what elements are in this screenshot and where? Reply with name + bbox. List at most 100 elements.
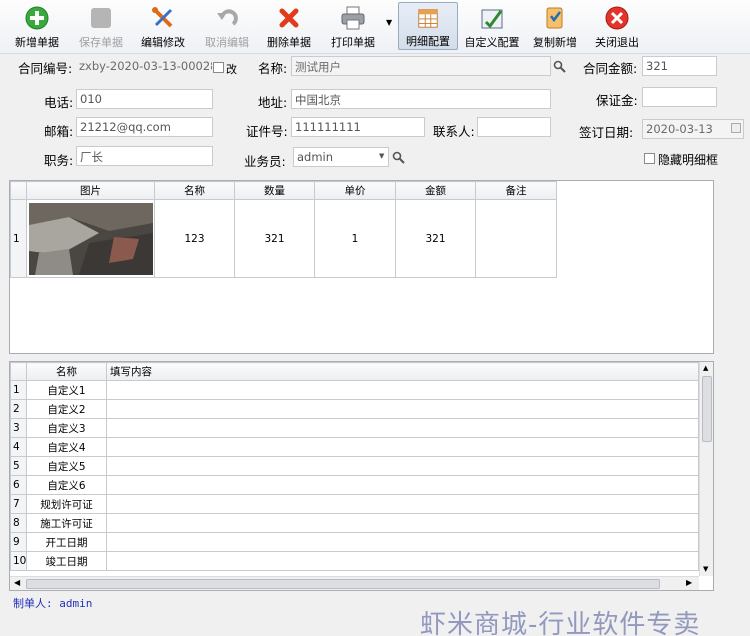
hide-detail-checkbox[interactable]	[644, 153, 655, 164]
detail-col-name[interactable]: 名称	[154, 181, 235, 200]
calendar-picker-icon[interactable]	[731, 123, 741, 133]
product-qty-cell[interactable]: 321	[234, 199, 315, 278]
product-amount-cell[interactable]: 321	[395, 199, 476, 278]
salesman-search-icon[interactable]	[392, 151, 405, 164]
product-note-cell[interactable]	[475, 199, 557, 278]
horizontal-scroll-thumb[interactable]	[26, 579, 660, 589]
sign-date-field[interactable]: 2020-03-13	[642, 119, 744, 139]
custom-name-cell: 规划许可证	[26, 494, 107, 514]
vertical-scroll-thumb[interactable]	[702, 376, 712, 442]
custom-col-name[interactable]: 名称	[26, 362, 107, 381]
scroll-up-arrow-icon[interactable]: ▲	[703, 364, 708, 372]
table-row[interactable]: 2 自定义2	[10, 399, 699, 419]
table-row[interactable]: 6 自定义6	[10, 475, 699, 495]
detail-col-price[interactable]: 单价	[314, 181, 396, 200]
custom-config-button[interactable]: 自定义配置	[462, 2, 522, 50]
detail-col-note[interactable]: 备注	[475, 181, 557, 200]
id-number-field[interactable]: 111111111	[291, 117, 425, 137]
print-document-label: 打印单据	[331, 36, 375, 49]
custom-content-cell[interactable]	[106, 494, 699, 514]
custom-content-cell[interactable]	[106, 513, 699, 533]
row-index: 6	[10, 475, 27, 495]
search-icon[interactable]	[553, 60, 566, 73]
row-index: 7	[10, 494, 27, 514]
new-document-button[interactable]: 新增单据	[10, 2, 64, 50]
custom-name-cell: 竣工日期	[26, 551, 107, 571]
scroll-right-arrow-icon[interactable]: ▶	[686, 578, 692, 587]
custom-content-cell[interactable]	[106, 551, 699, 571]
detail-config-button[interactable]: 明细配置	[398, 2, 458, 50]
print-document-button[interactable]: 打印单据	[326, 2, 380, 50]
horizontal-scrollbar[interactable]: ◀ ▶	[10, 576, 699, 590]
hide-detail-label: 隐藏明细框	[658, 153, 719, 167]
id-number-label: 证件号:	[246, 124, 288, 139]
name-field[interactable]: 测试用户	[291, 56, 551, 76]
custom-content-cell[interactable]	[106, 437, 699, 457]
table-row[interactable]: 4 自定义4	[10, 437, 699, 457]
deposit-label: 保证金:	[596, 93, 638, 108]
table-row[interactable]: 7 规划许可证	[10, 494, 699, 514]
email-label: 邮箱:	[44, 124, 74, 139]
edit-button[interactable]: 编辑修改	[136, 2, 190, 50]
product-price-cell[interactable]: 1	[314, 199, 396, 278]
printer-icon	[341, 6, 365, 30]
table-row[interactable]: 10 竣工日期	[10, 551, 699, 571]
contract-no-field[interactable]: zxby-2020-03-13-00028	[76, 57, 212, 77]
table-row[interactable]: 9 开工日期	[10, 532, 699, 552]
contract-no-label: 合同编号:	[18, 61, 73, 76]
scroll-left-arrow-icon[interactable]: ◀	[14, 578, 20, 587]
copy-new-button[interactable]: 复制新增	[528, 2, 582, 50]
row-index: 1	[10, 380, 27, 400]
custom-col-content[interactable]: 填写内容	[106, 362, 699, 381]
custom-content-cell[interactable]	[106, 418, 699, 438]
contract-amount-field[interactable]: 321	[642, 56, 717, 76]
save-icon	[91, 8, 111, 28]
change-label: 改	[226, 63, 237, 76]
table-row[interactable]: 8 施工许可证	[10, 513, 699, 533]
product-image-cell[interactable]	[26, 199, 155, 278]
deposit-field[interactable]	[642, 87, 717, 107]
detail-corner	[10, 181, 27, 200]
table-row[interactable]: 3 自定义3	[10, 418, 699, 438]
rock-photo-image	[28, 202, 153, 275]
phone-label: 电话:	[44, 95, 74, 110]
row-index: 4	[10, 437, 27, 457]
change-checkbox[interactable]	[213, 62, 224, 73]
edit-tools-icon	[152, 7, 173, 28]
phone-field[interactable]: 010	[76, 89, 213, 109]
table-row[interactable]: 1 123 321 1 321	[10, 199, 557, 278]
custom-field-grid: 名称 填写内容 1 自定义1 2 自定义2 3 自定义3 4 自定义4 5 自定义5 6自…	[9, 361, 714, 591]
salesman-select[interactable]: admin	[293, 147, 389, 167]
custom-content-cell[interactable]	[106, 475, 699, 495]
table-row[interactable]: 1 自定义1	[10, 380, 699, 400]
detail-col-amount[interactable]: 金额	[395, 181, 476, 200]
cancel-edit-button[interactable]: 取消编辑	[200, 2, 254, 50]
custom-content-cell[interactable]	[106, 399, 699, 419]
custom-content-cell[interactable]	[106, 532, 699, 552]
salesman-label: 业务员:	[244, 154, 286, 169]
address-label: 地址:	[258, 95, 288, 110]
custom-content-cell[interactable]	[106, 456, 699, 476]
email-field[interactable]: 21212@qq.com	[76, 117, 213, 137]
save-document-button[interactable]: 保存单据	[74, 2, 128, 50]
table-row[interactable]: 5 自定义5	[10, 456, 699, 476]
address-field[interactable]: 中国北京	[291, 89, 551, 109]
row-index: 8	[10, 513, 27, 533]
name-label: 名称:	[258, 61, 288, 76]
close-exit-button[interactable]: 关闭退出	[590, 2, 644, 50]
vertical-scrollbar[interactable]: ▲ ▼	[699, 362, 713, 576]
product-name-cell[interactable]: 123	[154, 199, 235, 278]
detail-col-image[interactable]: 图片	[26, 181, 155, 200]
custom-content-cell[interactable]	[106, 380, 699, 400]
delete-document-button[interactable]: 删除单据	[262, 2, 316, 50]
detail-col-qty[interactable]: 数量	[234, 181, 315, 200]
position-field[interactable]: 厂长	[76, 146, 213, 166]
contact-field[interactable]	[477, 117, 551, 137]
custom-name-cell: 开工日期	[26, 532, 107, 552]
salesman-dropdown-arrow-icon[interactable]: ▼	[379, 152, 384, 160]
row-index: 1	[10, 199, 27, 278]
scroll-down-arrow-icon[interactable]: ▼	[703, 565, 708, 573]
row-index: 2	[10, 399, 27, 419]
print-dropdown-arrow-icon[interactable]: ▼	[386, 18, 392, 27]
custom-corner	[10, 362, 27, 381]
